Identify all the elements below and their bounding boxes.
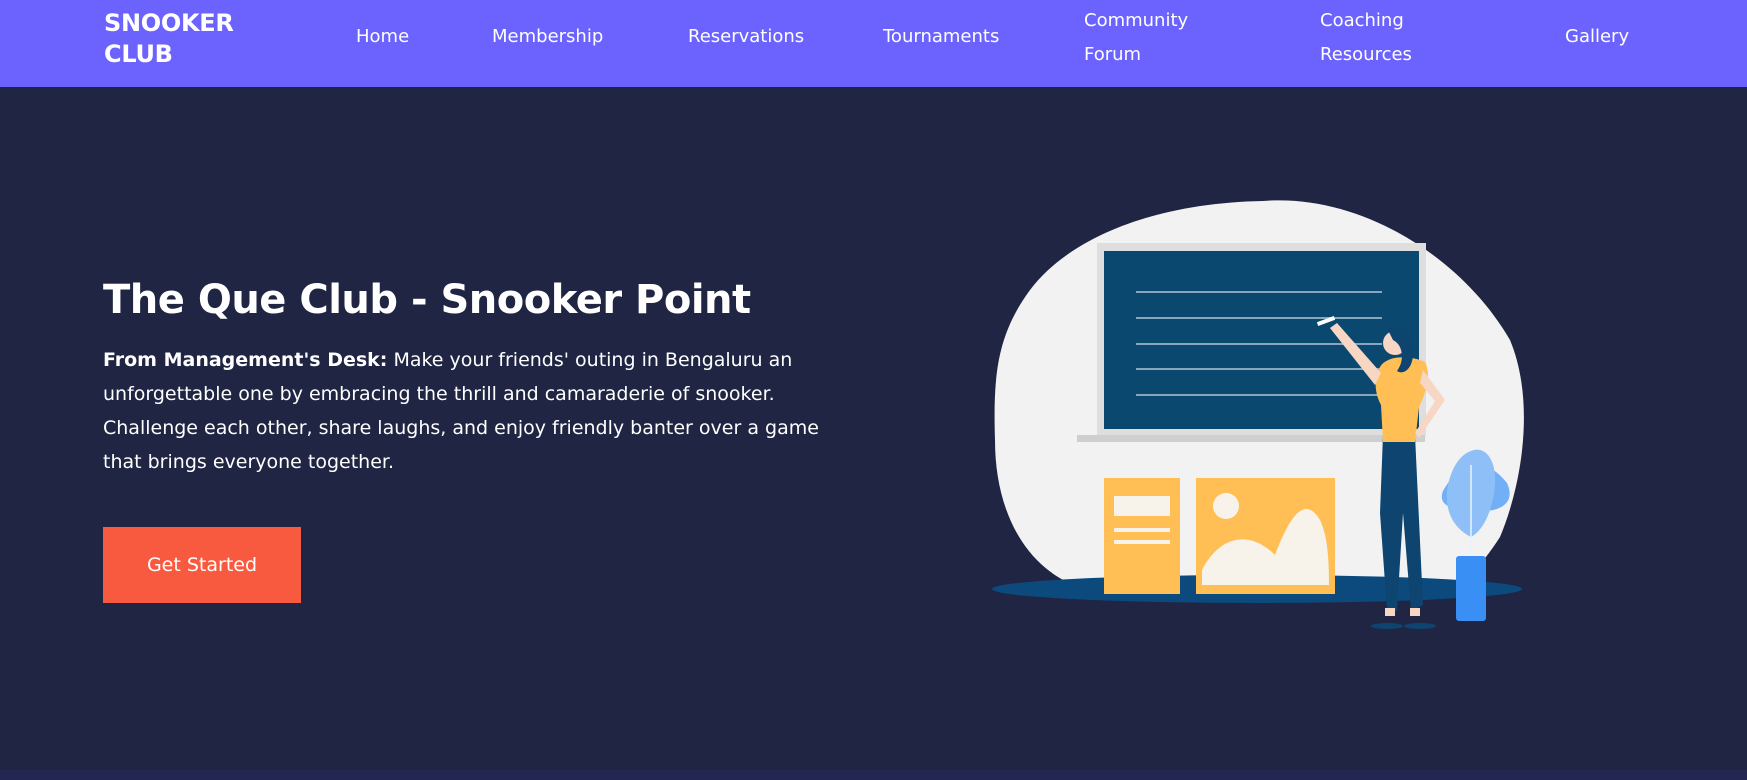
woman-ankle-right bbox=[1410, 608, 1420, 616]
nav-link-coaching-line-2: Resources bbox=[1320, 44, 1412, 65]
nav-link-community-forum[interactable]: Community Forum bbox=[1084, 4, 1188, 72]
bottom-strip bbox=[0, 769, 1747, 780]
document-card bbox=[1104, 478, 1180, 594]
nav-link-coaching-resources[interactable]: Coaching Resources bbox=[1320, 4, 1412, 72]
hero-description-label: From Management's Desk: bbox=[103, 349, 388, 371]
woman-shoe-left bbox=[1371, 623, 1403, 629]
nav-link-home[interactable]: Home bbox=[356, 20, 409, 54]
get-started-button[interactable]: Get Started bbox=[103, 527, 301, 603]
nav-link-reservations[interactable]: Reservations bbox=[688, 20, 804, 54]
nav-link-community-line-2: Forum bbox=[1084, 44, 1142, 65]
chalkboard-surface bbox=[1104, 251, 1419, 429]
nav-link-membership[interactable]: Membership bbox=[492, 20, 603, 54]
brand-line-2: CLUB bbox=[104, 40, 173, 68]
top-navbar: SNOOKER CLUB Home Membership Reservation… bbox=[0, 0, 1747, 87]
document-card-header bbox=[1114, 496, 1170, 516]
brand-line-1: SNOOKER bbox=[104, 9, 234, 37]
woman-shoe-right bbox=[1404, 623, 1436, 629]
document-card-line-2 bbox=[1114, 540, 1170, 544]
nav-link-community-line-1: Community bbox=[1084, 10, 1189, 31]
nav-link-gallery[interactable]: Gallery bbox=[1565, 20, 1629, 54]
plant-pot bbox=[1456, 556, 1486, 621]
illustration-svg bbox=[992, 200, 1524, 629]
document-card-line-1 bbox=[1114, 528, 1170, 532]
site-logo[interactable]: SNOOKER CLUB bbox=[104, 8, 264, 70]
woman-at-chalkboard-illustration bbox=[985, 195, 1525, 635]
nav-link-tournaments[interactable]: Tournaments bbox=[883, 20, 999, 54]
woman-ankle-left bbox=[1385, 608, 1395, 616]
chalkboard-ledge bbox=[1077, 435, 1425, 442]
nav-link-coaching-line-1: Coaching bbox=[1320, 10, 1404, 31]
image-card-sun bbox=[1213, 493, 1239, 519]
hero-title: The Que Club - Snooker Point bbox=[103, 277, 751, 323]
hero-description: From Management's Desk: Make your friend… bbox=[103, 343, 823, 479]
